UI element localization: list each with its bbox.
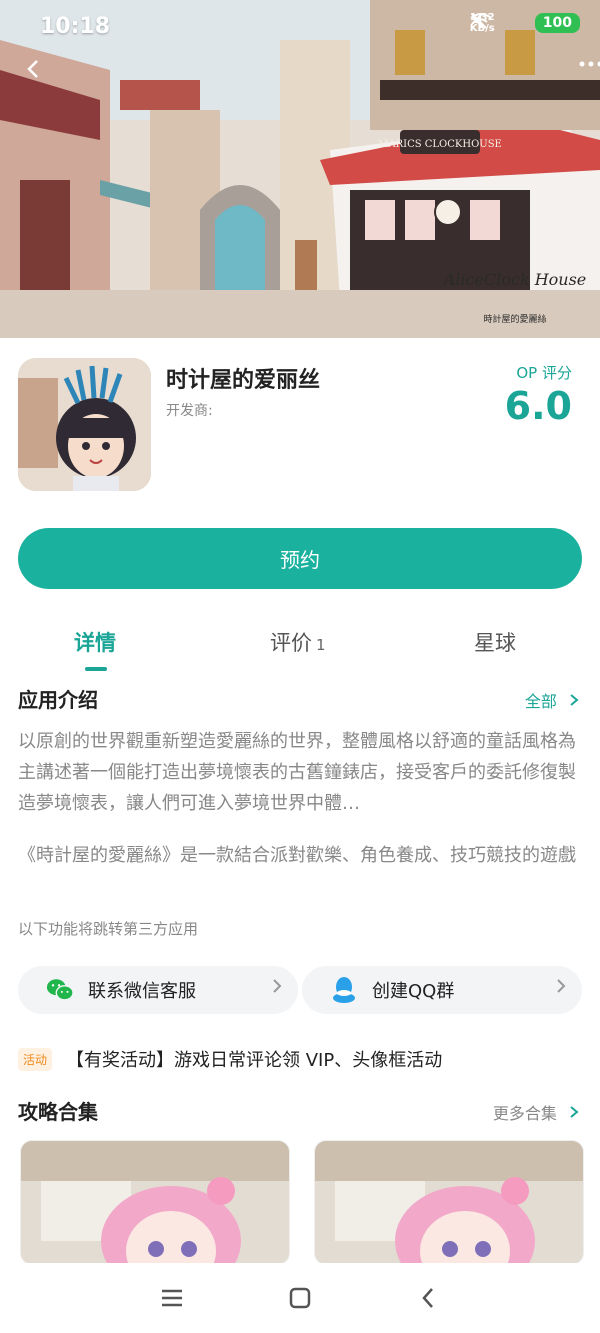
intro-all-link[interactable]: 全部	[525, 688, 580, 712]
chevron-right-icon	[570, 694, 579, 706]
create-qq-group-button[interactable]: 创建QQ群	[302, 966, 582, 1014]
score-label: OP 评分	[516, 364, 572, 382]
guide-thumbnail	[21, 1141, 289, 1264]
intro-paragraph-1: 以原創的世界觀重新塑造愛麗絲的世界，整體風格以舒適的童話風格為主講述著一個能打造…	[18, 731, 576, 814]
chevron-left-icon	[27, 60, 38, 78]
tab-bar: 详情 评价 1 星球	[0, 615, 600, 675]
intro-all-label: 全部	[524, 692, 557, 711]
reserve-button[interactable]: 预约	[18, 528, 582, 589]
guides-more-label: 更多合集	[492, 1104, 557, 1123]
menu-icon	[162, 1289, 182, 1307]
more-dots-icon	[579, 61, 600, 67]
tab-reviews-count: 1	[316, 636, 326, 654]
intro-paragraph-2: 《時計屋的愛麗絲》是一款結合派對歡樂、角色養成、技巧競技的遊戲	[18, 845, 576, 866]
third-party-note: 以下功能将跳转第三方应用	[18, 920, 199, 938]
score-value: 6.0	[504, 384, 572, 428]
chevron-right-icon	[272, 978, 282, 999]
status-icons: 1.32 KB/s 100	[470, 12, 580, 34]
app-icon	[18, 358, 151, 491]
shop-sign-text: MARICS CLOCKHOUSE	[378, 139, 502, 150]
tab-reviews-label: 评价	[270, 631, 312, 655]
tab-reviews[interactable]: 评价 1	[270, 627, 326, 657]
hero-illustration: MARICS CLOCKHOUSE AliceClock House 時計屋的愛…	[0, 0, 600, 338]
system-nav-bar	[0, 1263, 600, 1333]
create-qq-group-label: 创建QQ群	[372, 981, 455, 1002]
chevron-right-icon	[570, 1106, 579, 1118]
wechat-service-label: 联系微信客服	[88, 981, 196, 1002]
chevron-right-icon	[556, 978, 566, 999]
tab-planet-label: 星球	[474, 631, 516, 655]
guides-more-link[interactable]: 更多合集	[493, 1100, 580, 1124]
activity-banner[interactable]: 活动 【有奖活动】游戏日常评论领 VIP、头像框活动	[18, 1046, 442, 1072]
activity-badge: 活动	[18, 1047, 53, 1071]
guide-card[interactable]	[20, 1140, 290, 1265]
hero-logo-text: AliceClock House	[442, 270, 587, 289]
activity-text: 【有奖活动】游戏日常评论领 VIP、头像框活动	[66, 1050, 443, 1071]
hero-logo-subtext: 時計屋的愛麗絲	[483, 313, 546, 325]
back-button[interactable]	[22, 58, 52, 88]
system-back-button[interactable]	[413, 1283, 443, 1313]
app-info-section: 时计屋的爱丽丝 开发商: OP 评分 6.0	[0, 338, 600, 518]
tab-details[interactable]: 详情	[74, 627, 116, 657]
home-button[interactable]	[285, 1283, 315, 1313]
wechat-icon	[46, 976, 74, 1004]
developer-label: 开发商:	[166, 403, 213, 419]
tab-active-indicator	[85, 667, 107, 671]
chevron-left-icon	[422, 1288, 433, 1308]
guide-card[interactable]	[314, 1140, 584, 1265]
battery-indicator: 100	[534, 13, 580, 33]
tab-planet[interactable]: 星球	[474, 627, 516, 657]
guides-title: 攻略合集	[18, 1100, 98, 1124]
guide-thumbnail	[315, 1141, 583, 1264]
intro-title: 应用介绍	[18, 688, 98, 712]
square-icon	[289, 1287, 311, 1309]
qq-icon	[330, 976, 358, 1004]
tab-details-label: 详情	[74, 631, 116, 655]
hero-banner: MARICS CLOCKHOUSE AliceClock House 時計屋的愛…	[0, 0, 600, 338]
app-name: 时计屋的爱丽丝	[166, 368, 321, 393]
status-time: 10:18	[40, 14, 111, 39]
recent-apps-button[interactable]	[157, 1283, 187, 1313]
status-bar: 10:18 1.32 KB/s 100	[0, 0, 600, 50]
wechat-service-button[interactable]: 联系微信客服	[18, 966, 298, 1014]
